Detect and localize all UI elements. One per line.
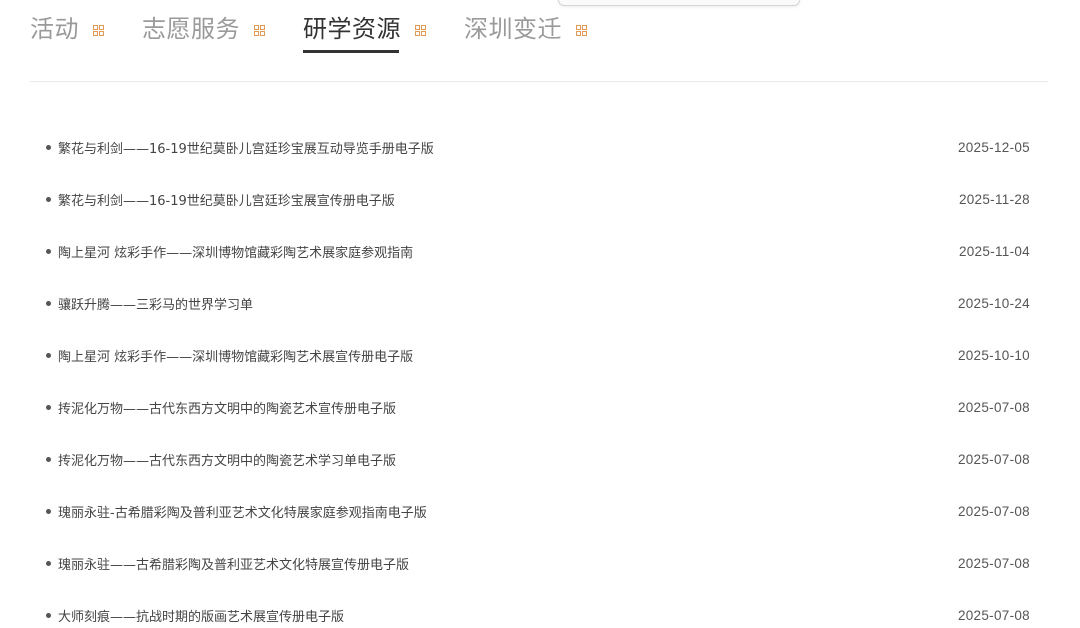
list-item[interactable]: 陶上星河 炫彩手作——深圳博物馆藏彩陶艺术展宣传册电子版 2025-10-10 <box>44 330 1048 382</box>
list-item[interactable]: 瑰丽永驻-古希腊彩陶及普利亚艺术文化特展家庭参观指南电子版 2025-07-08 <box>44 486 1048 538</box>
item-title-link[interactable]: 抟泥化万物——古代东西方文明中的陶瓷艺术学习单电子版 <box>58 450 396 469</box>
tab-shenzhen-changes[interactable]: 深圳变迁 <box>464 0 587 58</box>
grid-icon <box>415 24 426 36</box>
item-title-link[interactable]: 大师刻痕——抗战时期的版画艺术展宣传册电子版 <box>58 606 344 625</box>
list-item[interactable]: 骧跃升腾——三彩马的世界学习单 2025-10-24 <box>44 278 1048 330</box>
grid-icon <box>254 24 265 36</box>
item-date: 2025-07-08 <box>957 556 1030 571</box>
tabs-divider <box>30 81 1048 82</box>
bullet-icon <box>46 249 51 254</box>
tab-activities[interactable]: 活动 <box>30 0 104 58</box>
bullet-icon <box>46 509 51 514</box>
category-tabs: 活动 志愿服务 研学资源 深圳变迁 <box>30 0 625 60</box>
page: 活动 志愿服务 研学资源 深圳变迁 繁花与利剑——16-19世纪莫卧儿宫廷珍宝展… <box>0 0 1080 628</box>
item-title-link[interactable]: 陶上星河 炫彩手作——深圳博物馆藏彩陶艺术展宣传册电子版 <box>58 346 413 365</box>
tab-label: 志愿服务 <box>142 15 240 43</box>
bullet-icon <box>46 613 51 618</box>
list-item[interactable]: 大师刻痕——抗战时期的版画艺术展宣传册电子版 2025-07-08 <box>44 590 1048 628</box>
bullet-icon <box>46 353 51 358</box>
grid-icon <box>576 24 587 36</box>
grid-icon <box>93 24 104 36</box>
item-title-link[interactable]: 繁花与利剑——16-19世纪莫卧儿宫廷珍宝展互动导览手册电子版 <box>58 138 434 157</box>
item-date: 2025-07-08 <box>957 504 1030 519</box>
tab-label: 研学资源 <box>303 15 401 43</box>
item-date: 2025-10-10 <box>957 348 1030 363</box>
item-title-link[interactable]: 瑰丽永驻——古希腊彩陶及普利亚艺术文化特展宣传册电子版 <box>58 554 409 573</box>
item-date: 2025-11-04 <box>958 244 1030 259</box>
bullet-icon <box>46 197 51 202</box>
tab-label: 深圳变迁 <box>464 15 562 43</box>
tab-study-resources[interactable]: 研学资源 <box>303 0 426 58</box>
list-item[interactable]: 繁花与利剑——16-19世纪莫卧儿宫廷珍宝展宣传册电子版 2025-11-28 <box>44 174 1048 226</box>
tab-volunteer-service[interactable]: 志愿服务 <box>142 0 265 58</box>
item-date: 2025-07-08 <box>957 608 1030 623</box>
bullet-icon <box>46 145 51 150</box>
item-title-link[interactable]: 抟泥化万物——古代东西方文明中的陶瓷艺术宣传册电子版 <box>58 398 396 417</box>
bullet-icon <box>46 301 51 306</box>
list-item[interactable]: 抟泥化万物——古代东西方文明中的陶瓷艺术宣传册电子版 2025-07-08 <box>44 382 1048 434</box>
list-item[interactable]: 繁花与利剑——16-19世纪莫卧儿宫廷珍宝展互动导览手册电子版 2025-12-… <box>44 122 1048 174</box>
resource-list: 繁花与利剑——16-19世纪莫卧儿宫廷珍宝展互动导览手册电子版 2025-12-… <box>44 122 1048 628</box>
item-date: 2025-07-08 <box>957 400 1030 415</box>
item-date: 2025-11-28 <box>958 192 1030 207</box>
item-date: 2025-07-08 <box>957 452 1030 467</box>
list-item[interactable]: 瑰丽永驻——古希腊彩陶及普利亚艺术文化特展宣传册电子版 2025-07-08 <box>44 538 1048 590</box>
bullet-icon <box>46 457 51 462</box>
item-title-link[interactable]: 陶上星河 炫彩手作——深圳博物馆藏彩陶艺术展家庭参观指南 <box>58 242 413 261</box>
item-date: 2025-10-24 <box>957 296 1030 311</box>
list-item[interactable]: 抟泥化万物——古代东西方文明中的陶瓷艺术学习单电子版 2025-07-08 <box>44 434 1048 486</box>
item-title-link[interactable]: 骧跃升腾——三彩马的世界学习单 <box>58 294 253 313</box>
bullet-icon <box>46 561 51 566</box>
item-title-link[interactable]: 瑰丽永驻-古希腊彩陶及普利亚艺术文化特展家庭参观指南电子版 <box>58 502 427 521</box>
tab-label: 活动 <box>30 15 79 43</box>
item-title-link[interactable]: 繁花与利剑——16-19世纪莫卧儿宫廷珍宝展宣传册电子版 <box>58 190 395 209</box>
list-item[interactable]: 陶上星河 炫彩手作——深圳博物馆藏彩陶艺术展家庭参观指南 2025-11-04 <box>44 226 1048 278</box>
bullet-icon <box>46 405 51 410</box>
item-date: 2025-12-05 <box>957 140 1030 155</box>
